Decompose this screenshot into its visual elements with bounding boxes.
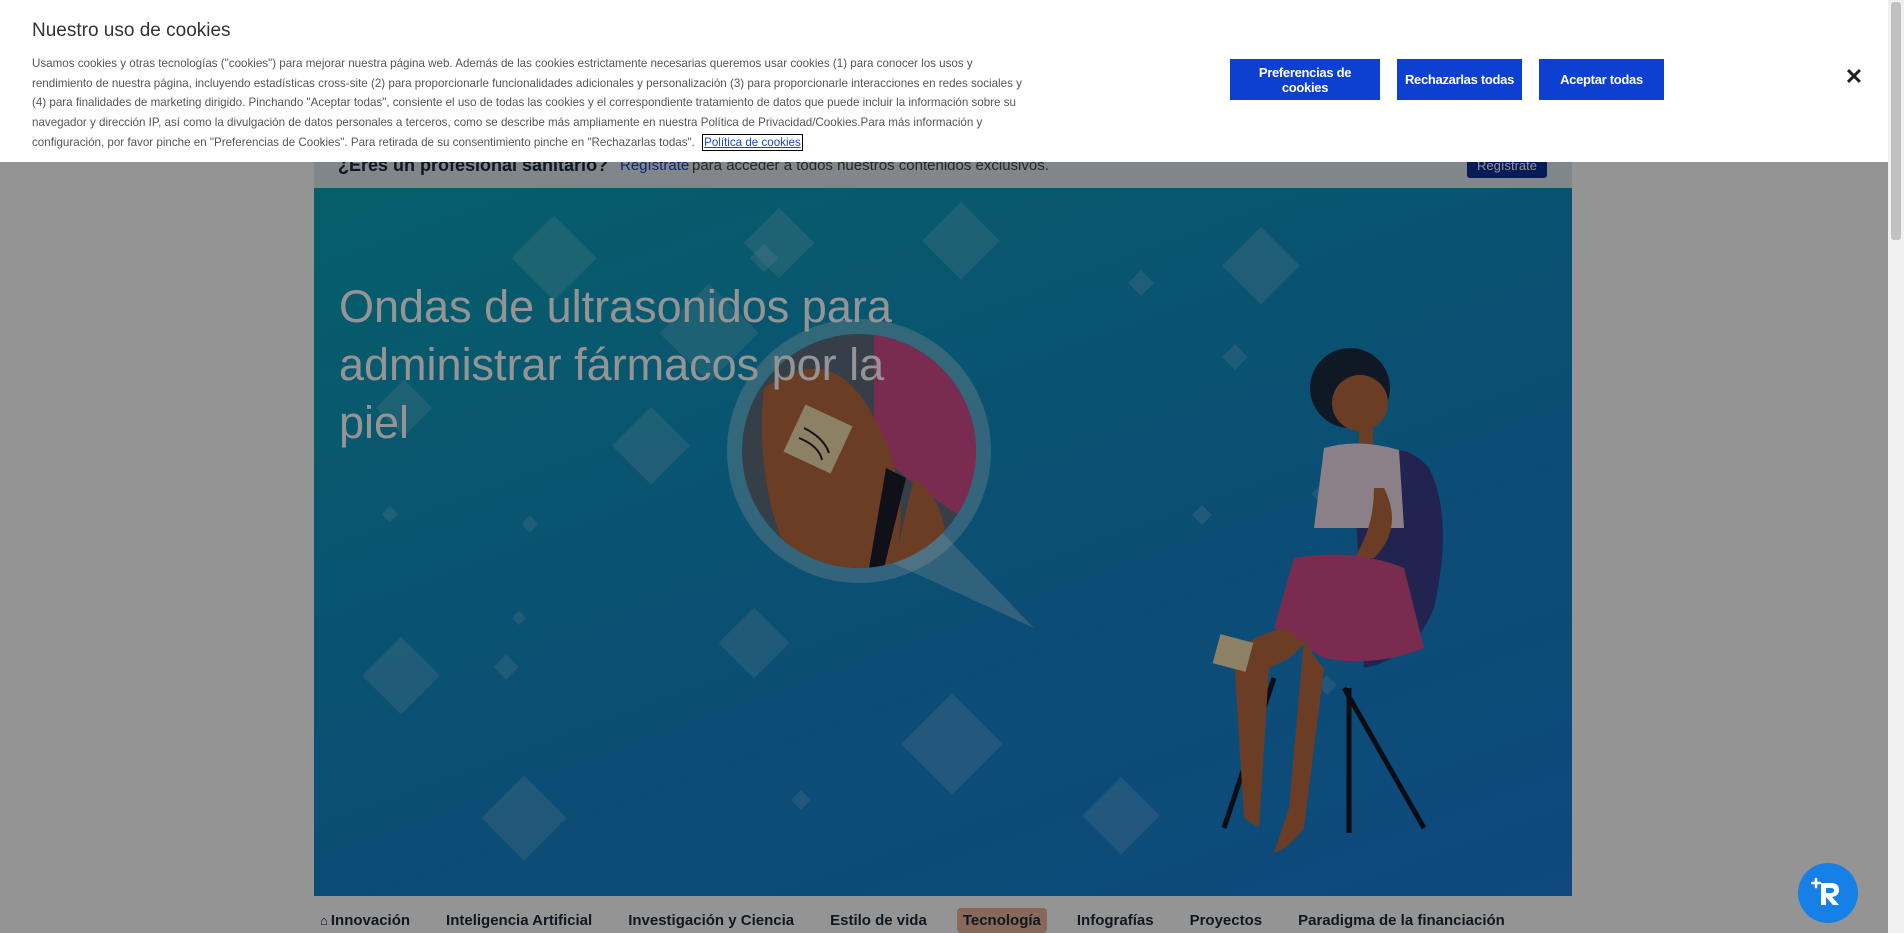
assistant-logo-icon [1811, 877, 1839, 905]
cookie-preferences-button[interactable]: Preferencias de cookies [1230, 59, 1380, 100]
cookie-banner-text-block: Usamos cookies y otras tecnologías ("coo… [32, 54, 1032, 153]
cookie-policy-link[interactable]: Política de cookies [702, 133, 803, 151]
cookie-banner-title: Nuestro uso de cookies [32, 20, 231, 41]
cookie-banner-description: Usamos cookies y otras tecnologías ("coo… [32, 57, 1022, 149]
close-icon[interactable]: ✕ [1841, 64, 1867, 90]
cookie-banner: Nuestro uso de cookies Usamos cookies y … [0, 0, 1888, 162]
accept-all-button[interactable]: Aceptar todas [1539, 59, 1664, 100]
assistant-button[interactable] [1798, 863, 1858, 923]
reject-all-button[interactable]: Rechazarlas todas [1397, 59, 1522, 100]
page-scrollbar[interactable] [1888, 0, 1904, 933]
scrollbar-thumb[interactable] [1891, 2, 1901, 240]
